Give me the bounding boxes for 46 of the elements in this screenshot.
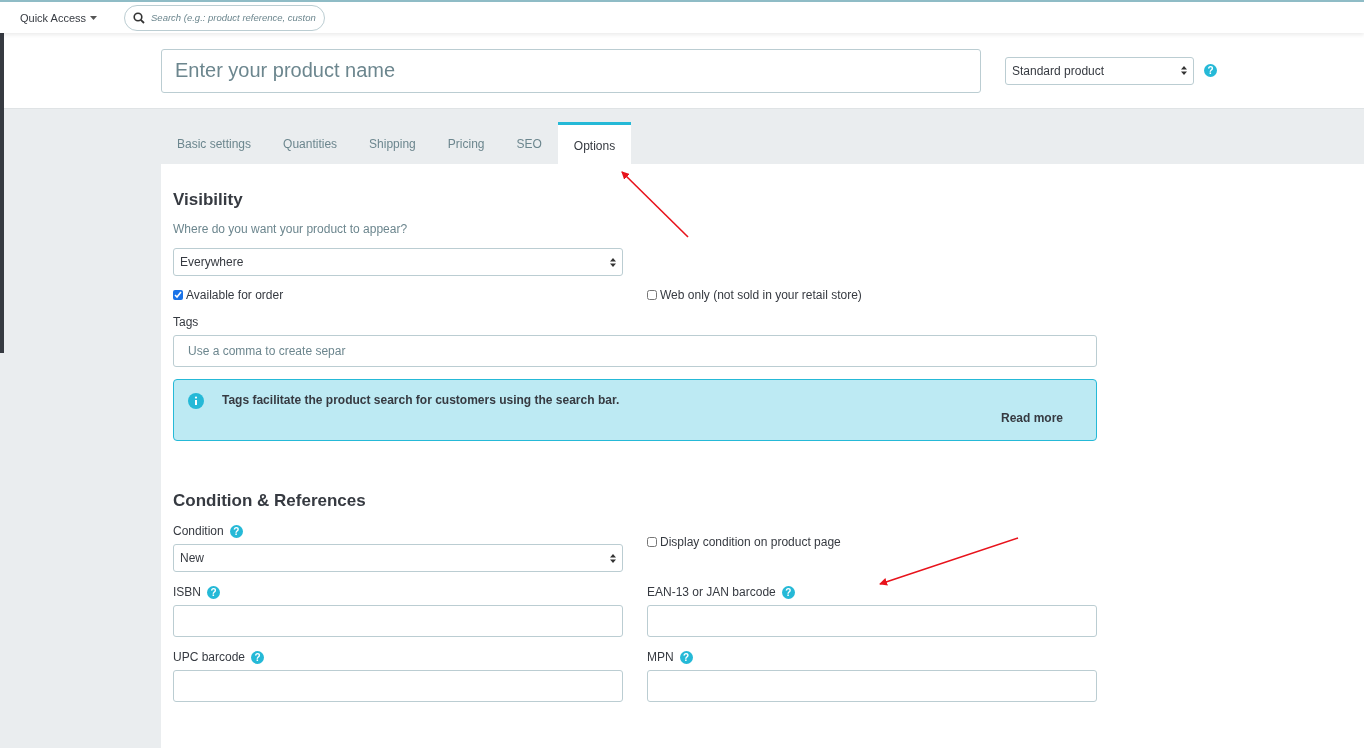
help-icon[interactable]: ? (229, 524, 243, 538)
checkbox-label: Available for order (186, 288, 284, 302)
alert-text: Tags facilitate the product search for customers using the search bar. (222, 393, 621, 407)
caret-icon (90, 15, 98, 20)
checkbox-label: Web only (not sold in your retail store) (660, 288, 862, 302)
tab[interactable]: Options (557, 122, 632, 164)
help-icon[interactable]: ? (1204, 64, 1217, 77)
product-name-field[interactable]: Enter your product name (161, 48, 981, 93)
field-label: ISBN (173, 585, 201, 599)
product-type-select[interactable]: Standard product (1005, 56, 1194, 85)
field-label: UPC barcode (173, 650, 246, 664)
annotation-arrow (621, 171, 689, 238)
field-label: EAN-13 or JAN barcode (647, 585, 776, 599)
tab[interactable]: Basic settings (161, 124, 268, 164)
help-icon[interactable]: ? (251, 650, 265, 664)
checkbox-label: Display condition on product page (660, 535, 841, 549)
read-more-link[interactable]: Read more (1000, 411, 1063, 425)
quick-access-menu[interactable]: Quick Access (20, 11, 98, 24)
section-title: Condition & References (173, 491, 367, 511)
visibility-select[interactable]: Everywhere (173, 248, 623, 276)
text-field[interactable] (647, 670, 1097, 702)
updown-arrow-icon (610, 553, 616, 563)
checkbox[interactable] (647, 537, 657, 547)
field-label: Tags (173, 315, 200, 329)
field-label: MPN (647, 650, 674, 664)
info-icon (188, 393, 204, 409)
tab[interactable]: Quantities (267, 124, 354, 164)
text-field[interactable] (647, 605, 1097, 637)
help-icon[interactable]: ? (781, 585, 795, 599)
text-field[interactable] (173, 670, 623, 702)
help-icon[interactable]: ? (679, 650, 693, 664)
field-label: Condition (173, 524, 224, 538)
search-field[interactable]: Search (e.g.: product reference, custon (124, 4, 326, 31)
tab[interactable]: Shipping (353, 124, 432, 164)
updown-arrow-icon (610, 257, 616, 267)
text-field[interactable] (173, 605, 623, 637)
checkbox[interactable] (647, 290, 657, 300)
section-subtitle: Where do you want your product to appear? (173, 222, 409, 236)
checkbox[interactable] (173, 290, 183, 300)
tab[interactable]: Pricing (431, 124, 501, 164)
section-title: Visibility (173, 190, 244, 210)
condition-select[interactable]: New (173, 544, 623, 572)
tags-field[interactable]: Use a comma to create separ (173, 335, 1097, 367)
updown-arrow-icon (1181, 66, 1187, 75)
help-icon[interactable]: ? (207, 585, 220, 599)
tab[interactable]: SEO (500, 124, 558, 164)
